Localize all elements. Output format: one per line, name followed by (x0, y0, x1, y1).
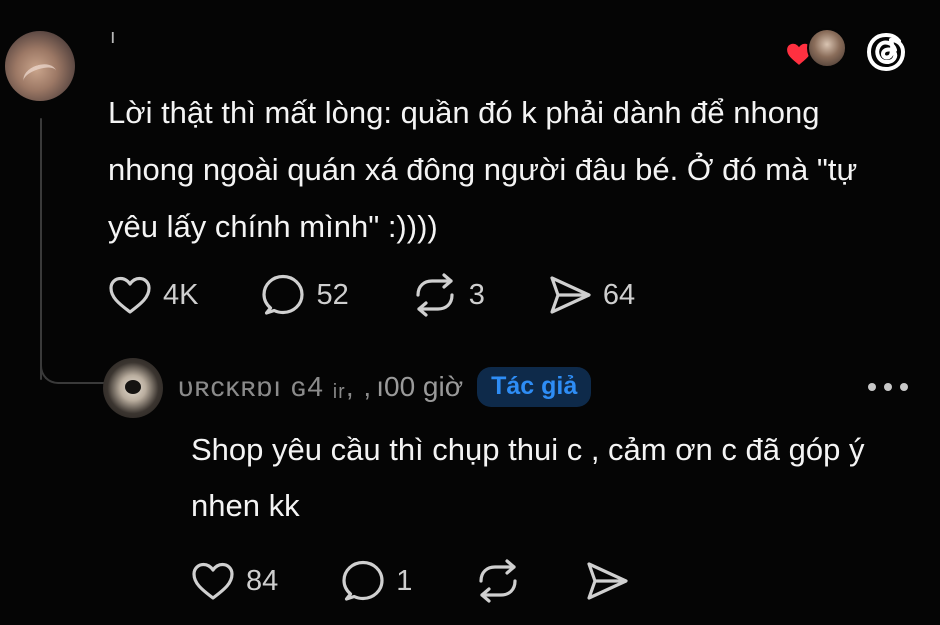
send-icon (587, 562, 629, 600)
more-options-icon[interactable] (864, 375, 912, 399)
reply-like-count: 84 (246, 564, 279, 597)
reply-action-bar: 84 1 (190, 558, 630, 604)
reply-author-username[interactable]: ᴜʀcĸʀɒı ɢ4 ᵢᵣ, , (178, 371, 372, 403)
comment-icon (262, 274, 305, 315)
liked-by-author-indicator (786, 28, 847, 70)
repost-count: 3 (468, 278, 485, 311)
reply-repost-button[interactable] (474, 559, 522, 603)
comment-icon (342, 560, 384, 601)
reply-author-avatar[interactable] (103, 358, 163, 418)
like-count: 4K (163, 278, 199, 311)
reply-share-button[interactable] (584, 559, 630, 603)
reply-connector-line (40, 352, 104, 384)
share-button[interactable]: 64 (547, 273, 635, 317)
heart-icon (192, 562, 234, 600)
thread-line (40, 118, 42, 380)
reply-text: Shop yêu cầu thì chụp thui c , cảm ơn c … (191, 432, 865, 523)
reply-comment-button[interactable]: 1 (340, 558, 412, 604)
liker-avatar[interactable] (807, 28, 847, 68)
reply-header: ᴜʀcĸʀɒı ɢ4 ᵢᵣ, , ı00 giờ Tác giả (178, 367, 592, 407)
post-text: Lời thật thì mất lòng: quần đó k phải dà… (108, 95, 858, 244)
heart-icon (109, 276, 151, 314)
author-badge: Tác giả (477, 367, 592, 407)
like-button[interactable]: 4K (107, 274, 198, 316)
send-icon (550, 276, 591, 314)
reply-like-button[interactable]: 84 (190, 560, 278, 602)
comment-button[interactable]: 52 (260, 272, 349, 318)
threads-logo-icon[interactable] (862, 28, 910, 76)
post-author-username[interactable]: ı (110, 26, 117, 49)
repost-icon (479, 559, 518, 603)
reply-comment-count: 1 (396, 564, 413, 597)
repost-icon (416, 273, 454, 317)
post-action-bar: 4K 52 3 64 (107, 272, 635, 318)
comment-count: 52 (316, 278, 349, 311)
repost-button[interactable]: 3 (411, 273, 485, 317)
reply-timestamp: ı00 giờ (376, 371, 464, 402)
post-author-avatar[interactable] (5, 31, 75, 101)
share-count: 64 (602, 278, 636, 311)
